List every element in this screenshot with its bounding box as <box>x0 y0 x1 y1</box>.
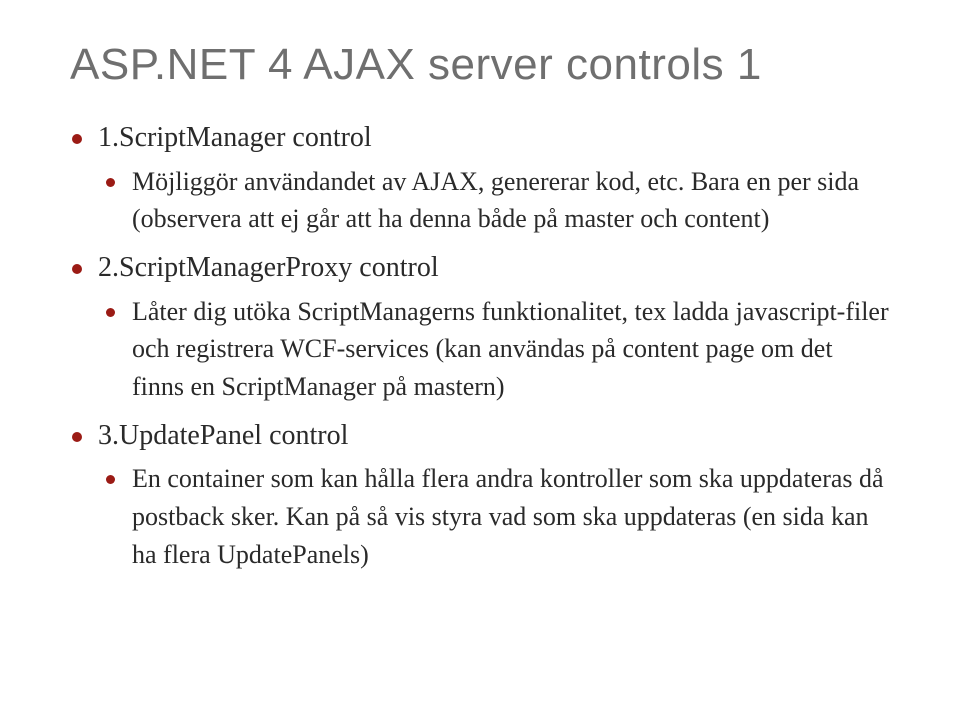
list-item: 2.ScriptManagerProxy control Låter dig u… <box>98 248 890 406</box>
item-label: 3.UpdatePanel control <box>98 420 348 451</box>
list-item: 1.ScriptManager control Möjliggör använd… <box>98 118 890 238</box>
item-label: 2.ScriptManagerProxy control <box>98 252 439 283</box>
item-label: 1.ScriptManager control <box>98 122 372 153</box>
slide-title: ASP.NET 4 AJAX server controls 1 <box>70 40 890 90</box>
sub-list-item: Låter dig utöka ScriptManagerns funktion… <box>132 293 890 406</box>
sub-list: Låter dig utöka ScriptManagerns funktion… <box>98 293 890 406</box>
bullet-list: 1.ScriptManager control Möjliggör använd… <box>70 118 890 573</box>
slide: ASP.NET 4 AJAX server controls 1 1.Scrip… <box>0 0 960 714</box>
sub-list-item: En container som kan hålla flera andra k… <box>132 460 890 573</box>
sub-list: Möjliggör användandet av AJAX, genererar… <box>98 163 890 238</box>
list-item: 3.UpdatePanel control En container som k… <box>98 416 890 574</box>
sub-list: En container som kan hålla flera andra k… <box>98 460 890 573</box>
sub-list-item: Möjliggör användandet av AJAX, genererar… <box>132 163 890 238</box>
